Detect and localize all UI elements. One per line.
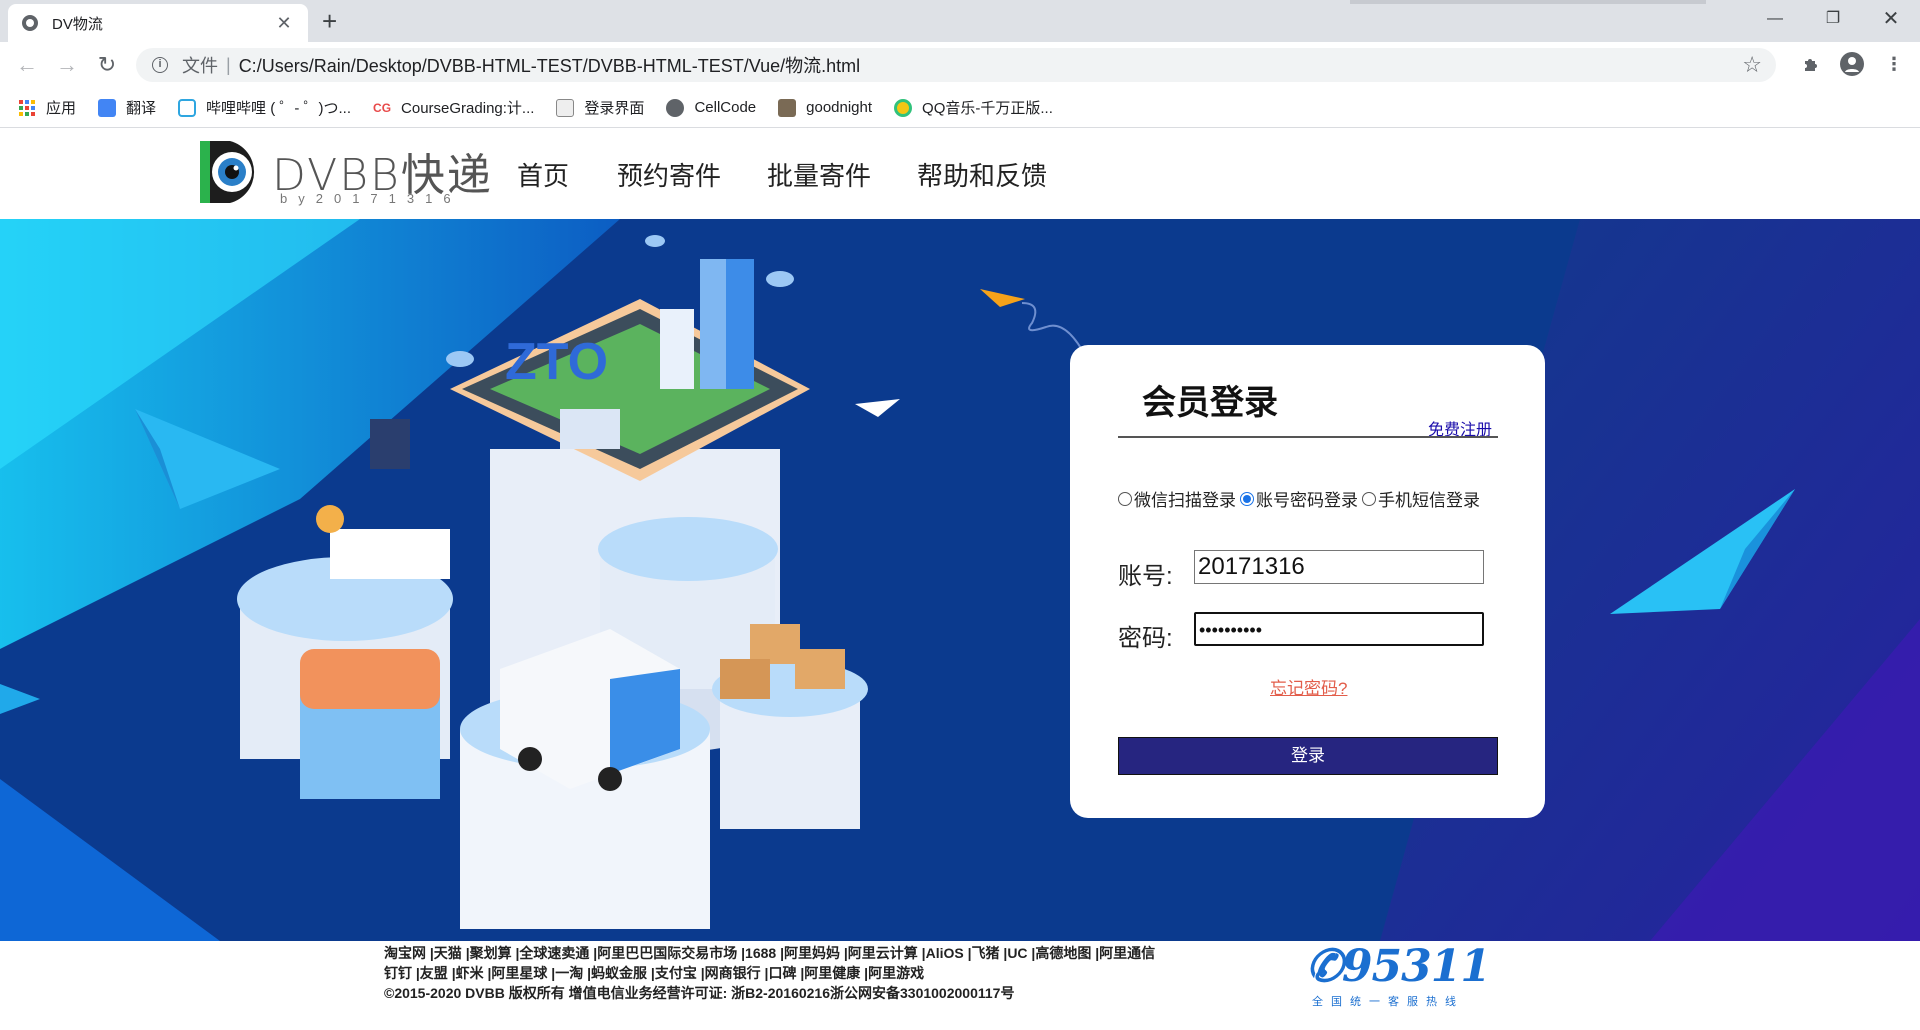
logo-subtitle: by20171316 bbox=[280, 191, 462, 206]
minimize-button[interactable]: — bbox=[1747, 0, 1803, 38]
radio-wechat[interactable] bbox=[1118, 491, 1132, 506]
address-url[interactable]: C:/Users/Rain/Desktop/DVBB-HTML-TEST/DVB… bbox=[239, 52, 860, 78]
logo-eye-icon[interactable] bbox=[196, 135, 266, 207]
radio-label-sms: 手机短信登录 bbox=[1378, 491, 1480, 510]
radio-label-password: 账号密码登录 bbox=[1256, 491, 1358, 510]
browser-toolbar: ← → ↻ i 文件 | C:/Users/Rain/Desktop/DVBB-… bbox=[0, 42, 1920, 88]
bookmark-cellcode[interactable]: CellCode bbox=[666, 98, 757, 117]
bookmark-translate[interactable]: 翻译 bbox=[98, 97, 156, 118]
window-peek-bar bbox=[1350, 0, 1706, 4]
account-input[interactable]: 20171316 bbox=[1194, 550, 1484, 584]
phone-icon: ✆ bbox=[1306, 941, 1343, 992]
footer-copyright: ©2015-2020 DVBB 版权所有 增值电信业务经营许可证: 浙B2-20… bbox=[384, 985, 1015, 1001]
radio-sms[interactable] bbox=[1362, 491, 1376, 506]
apps-grid-icon bbox=[19, 99, 35, 116]
bookmark-label: 哔哩哔哩 ( ゜- ゜)つ... bbox=[206, 100, 352, 117]
login-card: 会员登录 免费注册 微信扫描登录 账号密码登录 手机短信登录 账号: 20171… bbox=[1070, 345, 1545, 818]
footer-line-1[interactable]: 淘宝网 |天猫 |聚划算 |全球速卖通 |阿里巴巴国际交易市场 |1688 |阿… bbox=[384, 943, 1264, 963]
hero-banner: ZTO 会员登录 免费注册 微信扫描登录 账号密码登录 手机短信登录 账号: 2… bbox=[0, 219, 1920, 941]
bookmark-login-page[interactable]: 登录界面 bbox=[556, 97, 644, 118]
bookmark-coursegrading[interactable]: CG CourseGrading:计... bbox=[373, 97, 534, 118]
footer-links: 淘宝网 |天猫 |聚划算 |全球速卖通 |阿里巴巴国际交易市场 |1688 |阿… bbox=[384, 943, 1264, 1003]
extensions-icon[interactable] bbox=[1800, 54, 1824, 78]
bookmark-label: CellCode bbox=[694, 99, 757, 116]
scheme-label: 文件 bbox=[182, 56, 218, 76]
nav-book-shipment[interactable]: 预约寄件 bbox=[617, 156, 721, 193]
bookmark-label: goodnight bbox=[806, 99, 873, 116]
reload-button[interactable]: ↻ bbox=[92, 50, 122, 80]
nav-bulk-shipment[interactable]: 批量寄件 bbox=[767, 156, 871, 193]
address-separator: | bbox=[226, 54, 231, 75]
radio-label-wechat: 微信扫描登录 bbox=[1134, 491, 1236, 510]
login-title: 会员登录 bbox=[1142, 384, 1278, 422]
bookmark-bilibili[interactable]: 哔哩哔哩 ( ゜- ゜)つ... bbox=[178, 97, 351, 118]
globe-icon bbox=[22, 15, 38, 31]
nav-home[interactable]: 首页 bbox=[517, 156, 569, 193]
bookmark-label: CourseGrading:计... bbox=[401, 100, 535, 117]
new-tab-button[interactable]: + bbox=[322, 6, 337, 36]
hotline-caption: 全国统一客服热线 bbox=[1312, 996, 1464, 1008]
login-button[interactable]: 登录 bbox=[1118, 737, 1498, 775]
bookmark-label: 翻译 bbox=[126, 100, 157, 117]
tab-title: DV物流 bbox=[52, 15, 103, 33]
zto-sign: ZTO bbox=[505, 333, 608, 391]
profile-avatar-icon[interactable] bbox=[1840, 52, 1864, 76]
bookmark-goodnight[interactable]: goodnight bbox=[778, 98, 873, 117]
password-input[interactable]: •••••••••• bbox=[1194, 612, 1484, 646]
close-window-button[interactable]: ✕ bbox=[1863, 0, 1919, 38]
radio-password[interactable] bbox=[1240, 491, 1254, 506]
site-header: DVBB快递 by20171316 首页 预约寄件 批量寄件 帮助和反馈 bbox=[0, 129, 1920, 219]
site-footer: 淘宝网 |天猫 |聚划算 |全球速卖通 |阿里巴巴国际交易市场 |1688 |阿… bbox=[0, 941, 1920, 1030]
bookmark-label: 登录界面 bbox=[584, 100, 645, 117]
qqmusic-icon bbox=[894, 98, 913, 117]
hotline-digits: 95311 bbox=[1341, 941, 1491, 992]
bookmark-qqmusic[interactable]: QQ音乐-千万正版... bbox=[894, 97, 1053, 118]
more-menu-icon[interactable]: ⋮ bbox=[1882, 54, 1906, 78]
account-label: 账号: bbox=[1118, 563, 1173, 590]
restore-button[interactable]: ❐ bbox=[1805, 0, 1861, 38]
title-divider bbox=[1118, 436, 1498, 438]
forward-button[interactable]: → bbox=[52, 50, 82, 80]
forgot-password-link[interactable]: 忘记密码? bbox=[1270, 674, 1347, 699]
login-method-group: 微信扫描登录 账号密码登录 手机短信登录 bbox=[1118, 486, 1480, 511]
address-bar[interactable]: i 文件 | C:/Users/Rain/Desktop/DVBB-HTML-T… bbox=[136, 48, 1776, 82]
password-label: 密码: bbox=[1118, 625, 1173, 652]
bookmarks-bar: 应用 翻译 哔哩哔哩 ( ゜- ゜)つ... CG CourseGrading:… bbox=[0, 88, 1920, 128]
bilibili-icon bbox=[178, 98, 197, 117]
tab-close-icon[interactable]: ✕ bbox=[274, 13, 294, 34]
nav-help-feedback[interactable]: 帮助和反馈 bbox=[917, 156, 1047, 193]
info-icon[interactable]: i bbox=[152, 57, 168, 73]
footer-line-2[interactable]: 钉钉 |友盟 |虾米 |阿里星球 |一淘 |蚂蚁金服 |支付宝 |网商银行 |口… bbox=[384, 963, 1264, 983]
bookmark-label: 应用 bbox=[46, 100, 77, 117]
image-icon bbox=[778, 98, 797, 117]
browser-titlebar: DV物流 ✕ + — ❐ ✕ bbox=[0, 0, 1920, 42]
hotline-number: ✆95311 bbox=[1306, 941, 1491, 992]
bookmark-apps[interactable]: 应用 bbox=[18, 97, 76, 118]
bookmark-label: QQ音乐-千万正版... bbox=[922, 100, 1053, 117]
cg-icon: CG bbox=[373, 100, 392, 115]
bookmark-star-icon[interactable]: ☆ bbox=[1742, 52, 1762, 78]
translate-icon bbox=[98, 98, 117, 117]
globe-icon bbox=[666, 98, 685, 117]
browser-tab[interactable]: DV物流 ✕ bbox=[8, 4, 308, 42]
page-icon bbox=[556, 98, 575, 117]
banner-illustration: ZTO bbox=[0, 219, 1920, 941]
back-button[interactable]: ← bbox=[12, 50, 42, 80]
